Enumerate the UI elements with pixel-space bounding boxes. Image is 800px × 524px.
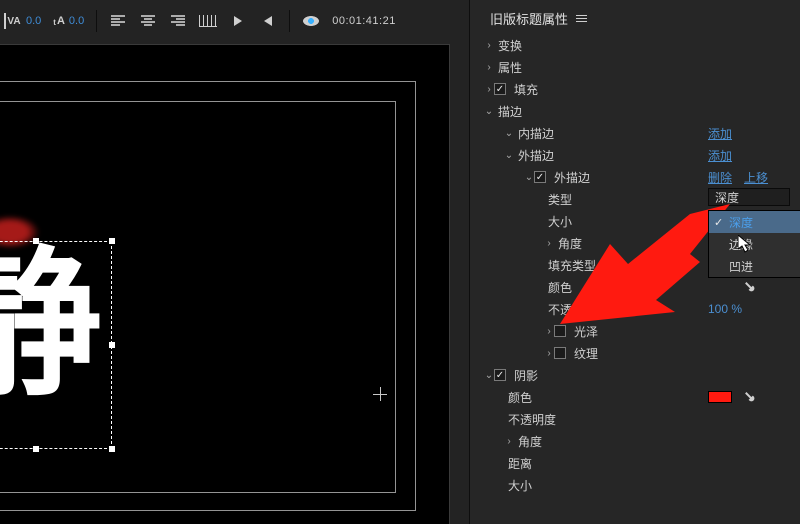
show-video-icon[interactable] — [302, 12, 320, 30]
baseline-value[interactable]: 0.0 — [69, 15, 84, 27]
delete-stroke-link[interactable]: 删除 — [708, 169, 732, 186]
opacity-value[interactable]: 100 % — [708, 302, 742, 316]
align-left-icon[interactable] — [109, 12, 127, 30]
tab-ruler-icon[interactable] — [199, 12, 217, 30]
disclosure-icon[interactable] — [504, 128, 514, 139]
kerning-control[interactable]: VA 0.0 — [4, 11, 41, 31]
playhead-timecode[interactable]: 00:01:41:21 — [332, 15, 396, 27]
panel-title: 旧版标题属性 — [490, 9, 568, 28]
disclosure-icon[interactable] — [544, 238, 554, 249]
shadow-checkbox[interactable] — [494, 369, 506, 381]
disclosure-icon[interactable] — [484, 84, 494, 95]
type-option-inset[interactable]: 凹进 — [709, 255, 800, 277]
section-outer-stroke[interactable]: 外描边 添加 — [480, 144, 800, 166]
disclosure-icon[interactable] — [484, 40, 494, 51]
moveup-stroke-link[interactable]: 上移 — [744, 169, 768, 186]
prop-opacity[interactable]: 不透明度 100 % — [480, 298, 800, 320]
align-right-icon[interactable] — [169, 12, 187, 30]
title-canvas[interactable]: 静 — [0, 44, 450, 524]
type-option-edge[interactable]: 边缘 — [709, 233, 800, 255]
eyedropper-icon[interactable] — [742, 279, 759, 296]
section-stroke[interactable]: 描边 — [480, 100, 800, 122]
outer-stroke-item[interactable]: 外描边 删除 上移 — [480, 166, 800, 188]
section-inner-stroke[interactable]: 内描边 添加 — [480, 122, 800, 144]
checkmark-icon: ✓ — [714, 216, 723, 229]
section-transform[interactable]: 变换 — [480, 34, 800, 56]
prop-shadow-angle[interactable]: 角度 — [480, 430, 800, 452]
disclosure-icon[interactable] — [504, 150, 514, 161]
add-outer-stroke-link[interactable]: 添加 — [708, 147, 732, 164]
align-center-icon[interactable] — [139, 12, 157, 30]
type-option-depth[interactable]: ✓ 深度 — [709, 211, 800, 233]
disclosure-icon[interactable] — [544, 326, 554, 337]
anchor-crosshair-icon — [373, 387, 387, 401]
prop-shadow-color[interactable]: 颜色 — [480, 386, 800, 408]
preview-pane: VA 0.0 tA 0.0 00:01:41:21 静 — [0, 0, 470, 524]
prop-shadow-size[interactable]: 大小 — [480, 474, 800, 496]
type-dropdown-open[interactable]: ✓ 深度 边缘 凹进 — [708, 210, 800, 278]
resize-handle[interactable] — [109, 342, 115, 348]
add-inner-stroke-link[interactable]: 添加 — [708, 125, 732, 142]
prop-size[interactable]: 大小 ✓ 深度 边缘 凹进 — [480, 210, 800, 232]
shadow-color-swatch[interactable] — [708, 391, 732, 403]
kerning-value[interactable]: 0.0 — [26, 15, 41, 27]
resize-handle[interactable] — [109, 238, 115, 244]
resize-handle[interactable] — [109, 446, 115, 452]
eyedropper-icon[interactable] — [742, 389, 759, 406]
prop-sheen[interactable]: 光泽 — [480, 320, 800, 342]
panel-header: 旧版标题属性 — [490, 9, 587, 28]
disclosure-icon[interactable] — [544, 348, 554, 359]
texture-checkbox[interactable] — [554, 347, 566, 359]
prop-shadow-distance[interactable]: 距离 — [480, 452, 800, 474]
kerning-icon: VA — [4, 13, 22, 29]
prop-shadow-opacity[interactable]: 不透明度 — [480, 408, 800, 430]
section-shadow[interactable]: 阴影 — [480, 364, 800, 386]
baseline-icon: tA — [53, 15, 65, 27]
baseline-control[interactable]: tA 0.0 — [53, 11, 84, 31]
resize-handle[interactable] — [33, 238, 39, 244]
properties-panel: 旧版标题属性 变换 属性 填充 描边 内描边 添加 外描边 添加 — [470, 0, 800, 524]
sheen-checkbox[interactable] — [554, 325, 566, 337]
prop-color[interactable]: 颜色 — [480, 276, 800, 298]
type-combobox[interactable]: 深度 — [708, 188, 790, 206]
properties-tree: 变换 属性 填充 描边 内描边 添加 外描边 添加 外描边 — [480, 34, 800, 524]
prop-type[interactable]: 类型 深度 — [480, 188, 800, 210]
disclosure-icon[interactable] — [484, 62, 494, 73]
mouse-cursor-icon — [738, 235, 752, 253]
prop-texture[interactable]: 纹理 — [480, 342, 800, 364]
disclosure-icon[interactable] — [484, 370, 494, 381]
outer-stroke-checkbox[interactable] — [534, 171, 546, 183]
disclosure-icon[interactable] — [504, 436, 514, 447]
tabstop-first-icon[interactable] — [229, 12, 247, 30]
resize-handle[interactable] — [33, 446, 39, 452]
panel-menu-icon[interactable] — [576, 15, 587, 22]
fill-checkbox[interactable] — [494, 83, 506, 95]
separator — [96, 10, 97, 32]
disclosure-icon[interactable] — [524, 172, 534, 183]
tabstop-last-icon[interactable] — [259, 12, 277, 30]
section-fill[interactable]: 填充 — [480, 78, 800, 100]
section-attributes[interactable]: 属性 — [480, 56, 800, 78]
text-bounding-box[interactable] — [0, 241, 112, 449]
title-toolbar: VA 0.0 tA 0.0 00:01:41:21 — [0, 8, 470, 34]
disclosure-icon[interactable] — [484, 106, 494, 117]
separator — [289, 10, 290, 32]
